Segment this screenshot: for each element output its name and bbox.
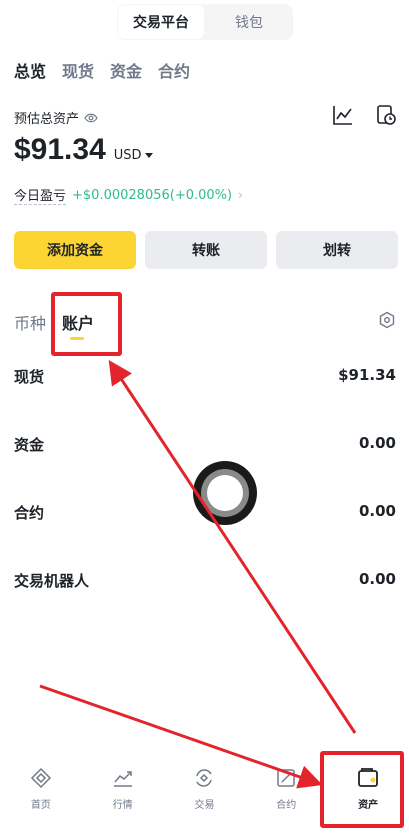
account-row-trading-bots[interactable]: 交易机器人 0.00 <box>14 570 396 591</box>
account-name: 现货 <box>14 368 45 386</box>
nav-label: 合约 <box>276 800 297 811</box>
highlight-account-tab <box>51 292 122 356</box>
eye-icon[interactable] <box>84 113 98 123</box>
nav-label: 首页 <box>30 800 51 811</box>
segment-trading-platform[interactable]: 交易平台 <box>117 4 205 40</box>
caret-down-icon <box>144 153 153 158</box>
currency-label: USD <box>113 148 142 163</box>
account-row-funding[interactable]: 资金 0.00 <box>14 434 396 455</box>
account-value: 0.00 <box>358 434 396 452</box>
account-value: $91.34 <box>338 366 396 384</box>
nav-trade[interactable]: 交易 <box>164 756 246 838</box>
trade-icon <box>196 769 213 787</box>
segment-wallet[interactable]: 钱包 <box>205 4 293 40</box>
balance-row: $91.34 USD <box>14 133 153 167</box>
pnl-value: +$0.00028056(+0.00%) <box>72 187 233 203</box>
account-row-spot[interactable]: 现货 $91.34 <box>14 366 396 387</box>
asset-tabs: 总览 现货 资金 合约 <box>14 58 190 82</box>
action-buttons: 添加资金 转账 划转 <box>14 231 398 269</box>
highlight-assets-nav <box>320 751 404 828</box>
total-balance: $91.34 <box>14 133 106 166</box>
home-icon <box>30 767 51 789</box>
nav-label: 交易 <box>194 800 215 811</box>
today-pnl-row[interactable]: 今日盈亏 +$0.00028056(+0.00%) › <box>14 185 243 205</box>
nav-label: 行情 <box>112 800 133 811</box>
tab-futures[interactable]: 合约 <box>158 58 190 82</box>
nav-futures[interactable]: 合约 <box>245 756 327 838</box>
nav-home[interactable]: 首页 <box>0 756 82 838</box>
futures-icon <box>277 769 296 787</box>
account-name: 合约 <box>14 504 45 522</box>
markets-icon <box>113 771 132 787</box>
touch-indicator <box>193 461 257 525</box>
hexagon-settings-icon[interactable] <box>378 311 396 329</box>
account-name: 资金 <box>14 436 45 454</box>
order-record-icon[interactable] <box>375 104 397 126</box>
pnl-label: 今日盈亏 <box>14 185 67 205</box>
account-value: 0.00 <box>358 502 396 520</box>
line-chart-icon[interactable] <box>332 104 354 126</box>
currency-selector[interactable]: USD <box>114 148 153 163</box>
estimated-total-text: 预估总资产 <box>14 112 80 127</box>
nav-markets[interactable]: 行情 <box>82 756 164 838</box>
account-name: 交易机器人 <box>14 572 90 590</box>
tab-coin[interactable]: 币种 <box>14 310 46 334</box>
transfer-button[interactable]: 划转 <box>276 231 398 269</box>
account-value: 0.00 <box>358 570 396 588</box>
add-funds-button[interactable]: 添加资金 <box>14 231 136 269</box>
transfer-account-button[interactable]: 转账 <box>145 231 267 269</box>
tab-spot[interactable]: 现货 <box>62 58 94 82</box>
tab-overview[interactable]: 总览 <box>14 58 46 82</box>
chevron-right-icon: › <box>238 188 243 202</box>
top-segmented-switch: 交易平台 钱包 <box>117 4 293 40</box>
tab-funding[interactable]: 资金 <box>110 58 142 82</box>
arrow-to-account-tab <box>108 359 357 734</box>
estimated-total-label: 预估总资产 <box>14 108 98 127</box>
